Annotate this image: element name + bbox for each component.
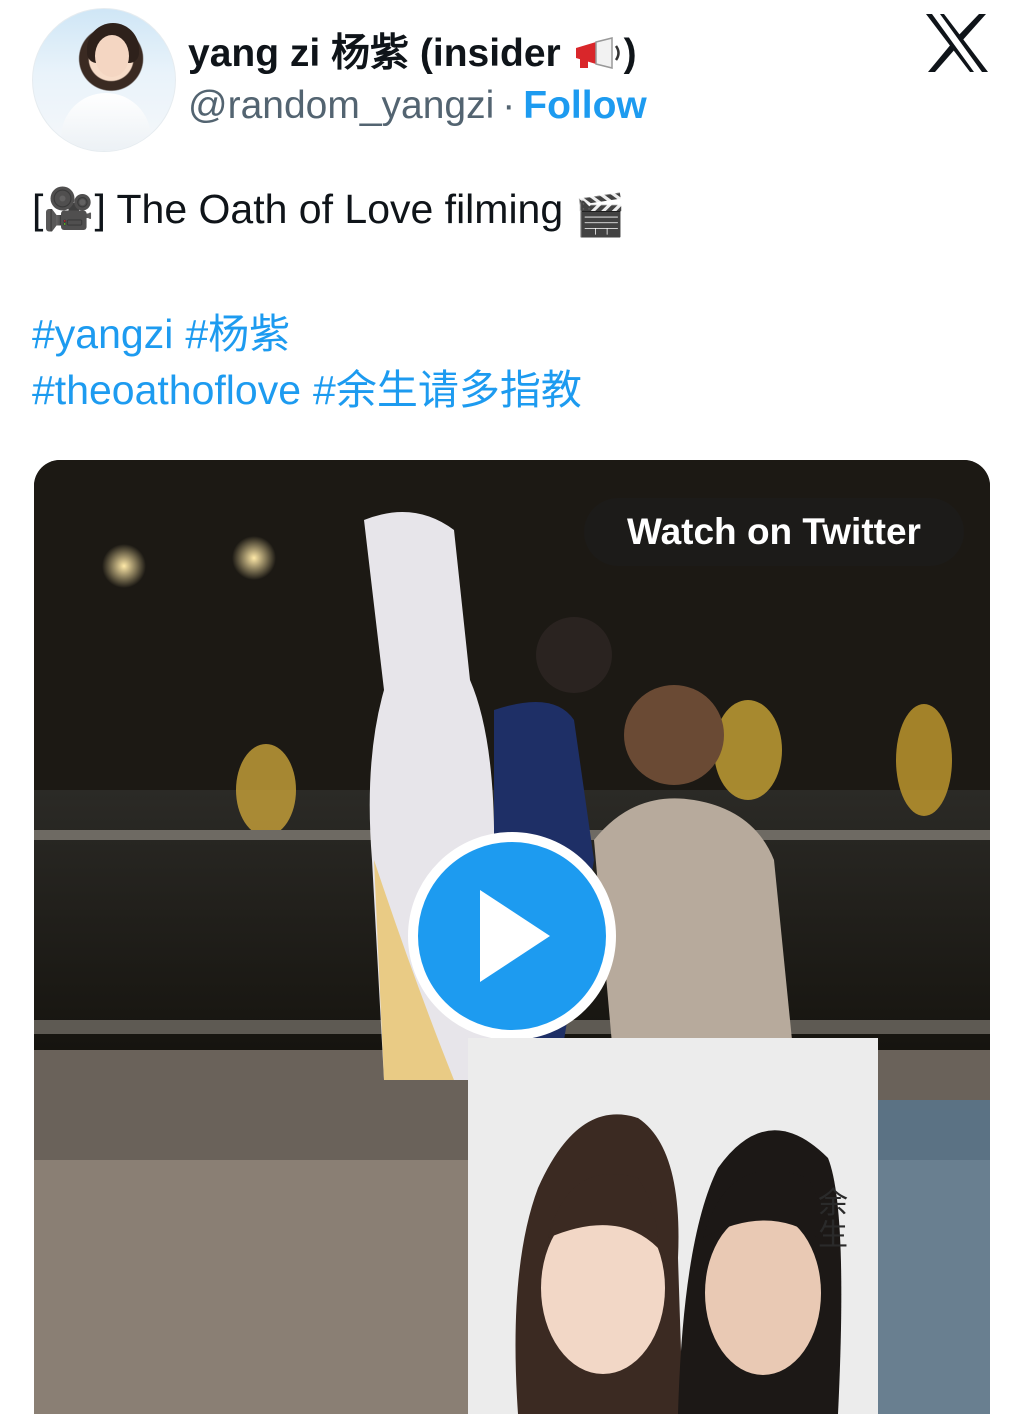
- tweet-text: [🎥] The Oath of Love filming 🎬: [32, 186, 626, 240]
- hashtag-line-1: #yangzi #杨紫: [32, 306, 594, 362]
- author-avatar[interactable]: [32, 8, 176, 152]
- display-name-text: yang zi 杨紫 (insider: [188, 32, 572, 75]
- clapper-board-icon: 🎬: [574, 192, 626, 238]
- avatar-face-shape: [95, 35, 129, 77]
- author-display-name[interactable]: yang zi 杨紫 (insider ): [188, 22, 637, 78]
- watch-on-twitter-button[interactable]: Watch on Twitter: [584, 498, 964, 566]
- author-handle[interactable]: @random_yangzi: [188, 84, 494, 127]
- display-name-close: ): [623, 32, 637, 75]
- follow-button[interactable]: Follow: [523, 84, 646, 127]
- drama-poster-thumbnail: 余生: [468, 1038, 878, 1414]
- hashtag-block: #yangzi #杨紫 #theoathoflove #余生请多指教: [32, 306, 594, 418]
- tweet-text-prefix: [🎥]: [32, 186, 117, 232]
- play-icon[interactable]: [408, 832, 616, 1040]
- avatar-dress-shape: [61, 93, 151, 151]
- tweet-header: yang zi 杨紫 (insider ) @random_yangzi · Fol…: [0, 0, 1024, 160]
- hashtag-line-2: #theoathoflove #余生请多指教: [32, 362, 594, 418]
- hashtag-link[interactable]: #theoathoflove: [32, 367, 301, 413]
- video-media[interactable]: Watch on Twitter 余生: [34, 460, 990, 1414]
- hashtag-link[interactable]: #余生请多指教: [313, 367, 582, 413]
- hashtag-link[interactable]: #杨紫: [185, 311, 290, 357]
- separator-dot: ·: [502, 84, 516, 127]
- hashtag-link[interactable]: #yangzi: [32, 311, 173, 357]
- poster-calligraphy: 余生: [818, 1186, 848, 1253]
- x-logo-icon[interactable]: [924, 12, 990, 74]
- megaphone-icon: [572, 36, 624, 70]
- tweet-text-body: The Oath of Love filming: [116, 186, 575, 232]
- handle-row: @random_yangzi · Follow: [188, 84, 647, 128]
